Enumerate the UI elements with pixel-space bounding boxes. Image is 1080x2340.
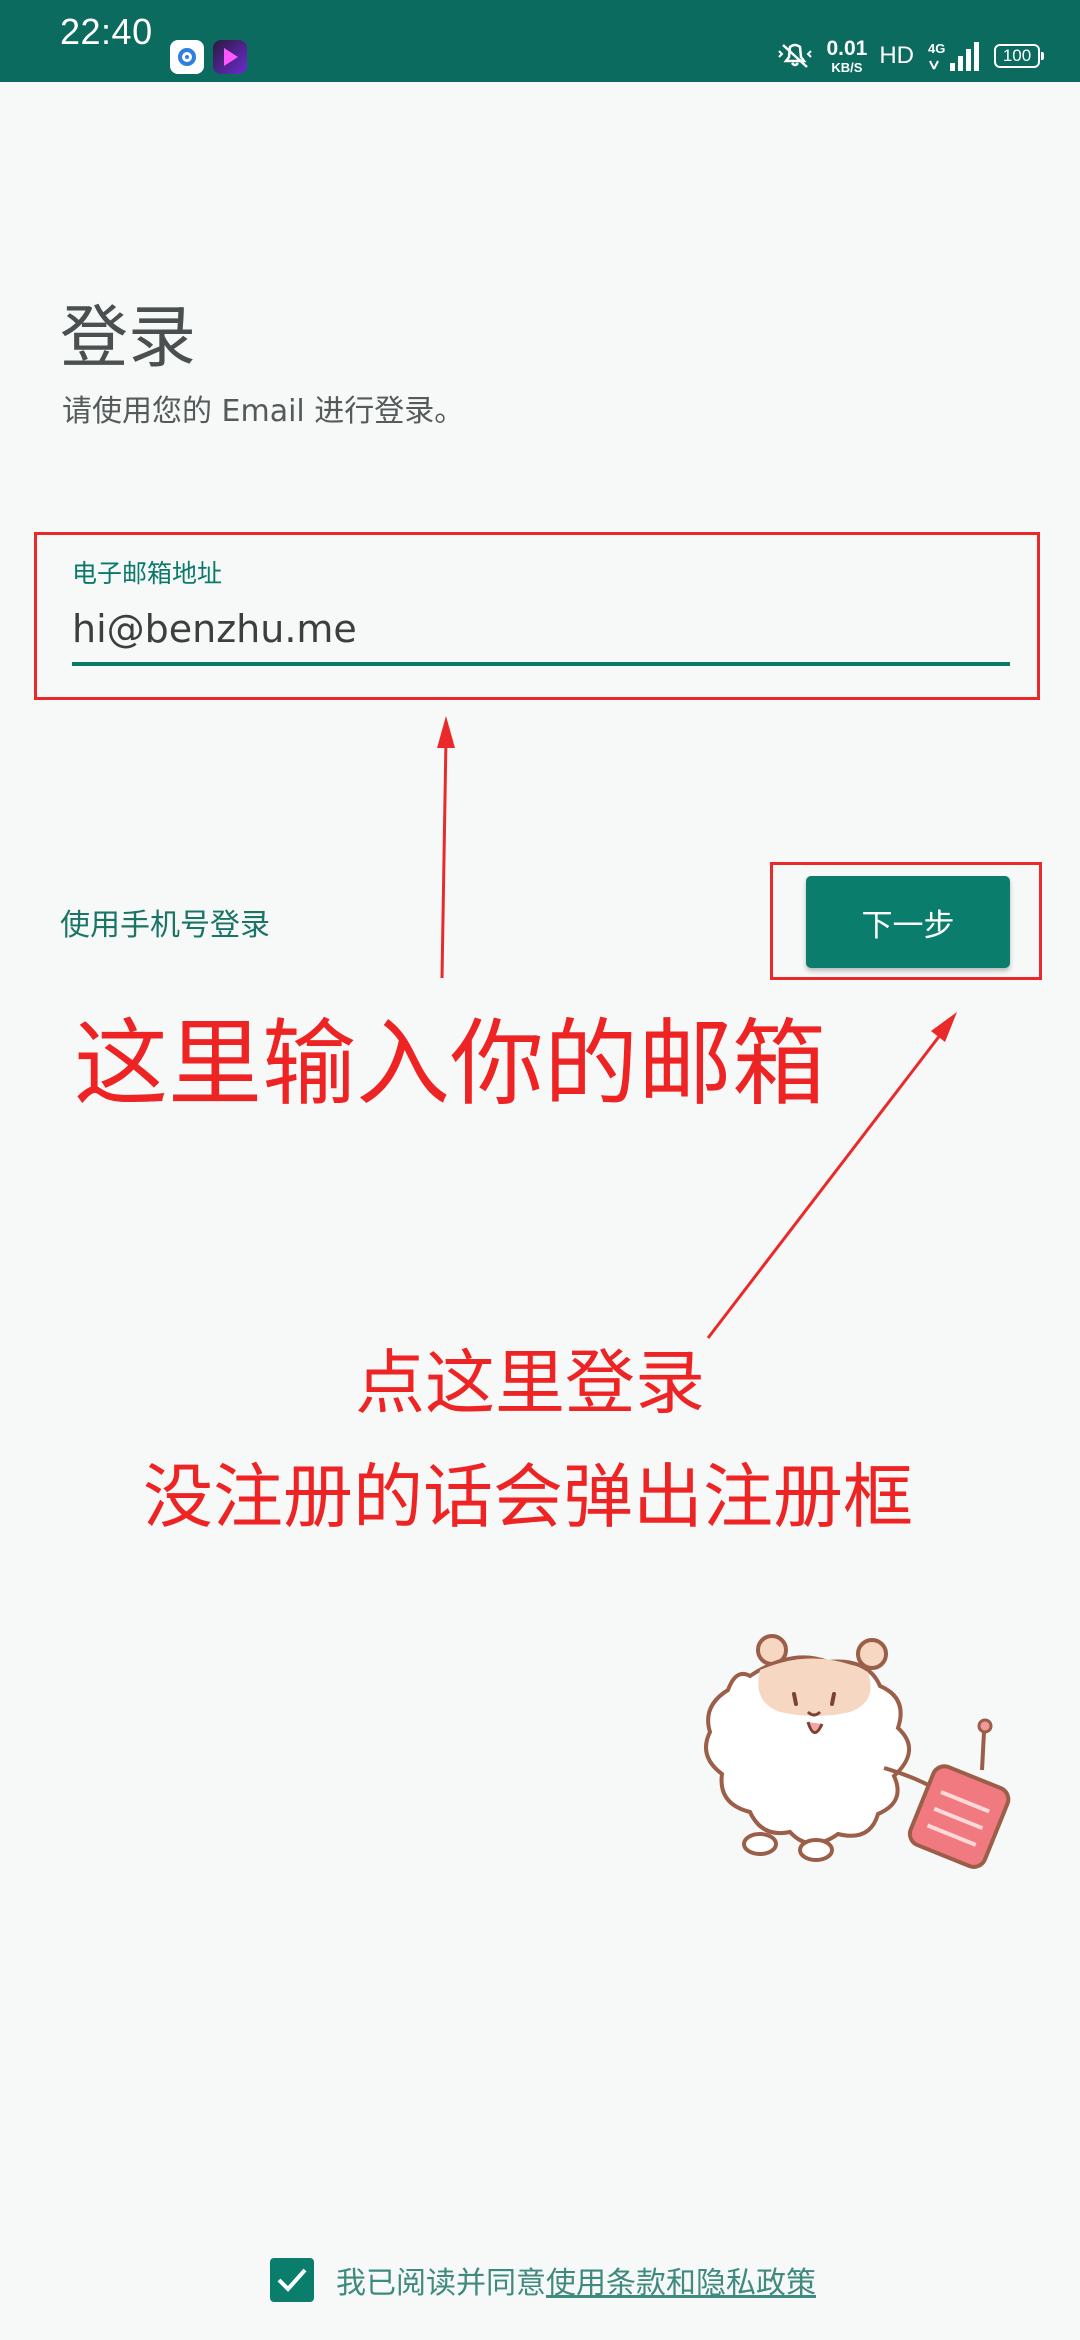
annotation-email-hint: 这里输入你的邮箱 [74, 1010, 827, 1119]
phone-login-link[interactable]: 使用手机号登录 [60, 900, 270, 944]
page-title: 登录 [60, 299, 197, 378]
next-button-highlight-box [770, 862, 1042, 980]
check-icon [277, 2268, 307, 2292]
status-time: 22:40 [60, 11, 153, 52]
status-indicators: 0.01 KB/S HD 4G 100 [776, 34, 1044, 78]
network-type-label: 4G [928, 41, 945, 56]
purple-video-app-icon [213, 40, 247, 74]
page-subtitle: 请使用您的 Email 进行登录。 [62, 394, 465, 429]
terms-prefix: 我已阅读并同意 [336, 2266, 546, 2301]
net-speed-unit: KB/S [831, 60, 863, 75]
blue-app-icon [170, 40, 204, 74]
terms-link[interactable]: 使用条款和隐私政策 [546, 2266, 816, 2301]
annotation-login-hint: 点这里登录 [355, 1342, 705, 1424]
battery-level: 100 [1002, 46, 1032, 65]
arrow-to-email [437, 716, 455, 979]
annotation-register-hint: 没注册的话会弹出注册框 [143, 1456, 913, 1538]
terms-text: 我已阅读并同意使用条款和隐私政策 [336, 2258, 816, 2302]
net-speed-value: 0.01 [826, 37, 868, 60]
status-bar: 22:40 0.01 KB/S HD 4G 100 [0, 0, 1080, 82]
terms-row: 我已阅读并同意使用条款和隐私政策 [270, 2256, 816, 2304]
email-highlight-box [34, 532, 1040, 700]
battery-icon: 100 [994, 44, 1044, 68]
signal-icon: 4G [926, 39, 982, 73]
hamster-illustration [704, 1634, 1011, 1869]
hd-label: HD [879, 42, 914, 69]
agree-checkbox[interactable] [270, 2258, 314, 2302]
vibrate-mute-icon [776, 41, 814, 71]
network-speed: 0.01 KB/S [826, 38, 867, 74]
